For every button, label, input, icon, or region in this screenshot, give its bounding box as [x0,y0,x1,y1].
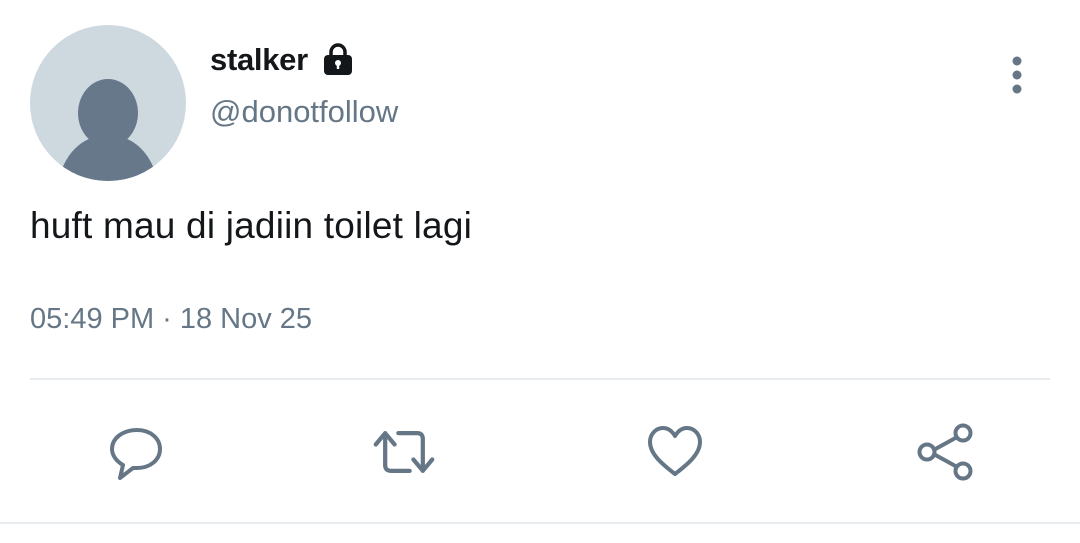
author-handle[interactable]: @donotfollow [210,94,398,130]
reply-button[interactable] [104,420,168,484]
default-avatar-icon [58,79,158,181]
display-name[interactable]: stalker [210,42,308,78]
tweet-time: 05:49 PM [30,303,155,335]
heart-icon [648,426,702,476]
author-name-row: stalker [210,40,354,80]
lock-icon [322,43,354,77]
tweet-timestamp: 05:49 PM · 18 Nov 25 [30,303,312,336]
retweet-icon [373,431,435,473]
share-icon [917,423,973,481]
tweet-date: 18 Nov 25 [179,303,313,335]
more-vertical-icon [1012,56,1022,94]
share-button[interactable] [913,420,977,484]
retweet-button[interactable] [372,420,436,484]
divider-bottom [0,522,1080,524]
tweet-card: stalker @donotfollow huft mau di jadiin … [0,0,1080,543]
more-options-button[interactable] [996,52,1038,98]
like-button[interactable] [643,420,707,484]
tweet-text: huft mau di jadiin toilet lagi [30,205,473,246]
divider [30,378,1050,380]
avatar[interactable] [30,25,186,181]
meta-separator: · [162,303,172,335]
reply-icon [110,428,162,480]
